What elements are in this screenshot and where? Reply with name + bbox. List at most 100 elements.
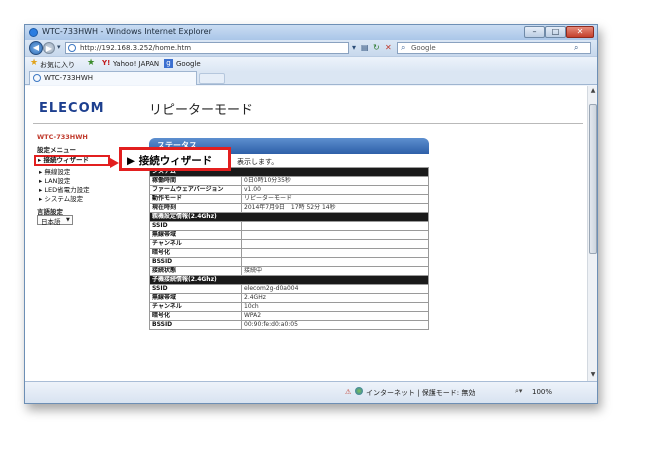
chevron-down-icon: ▼ <box>66 217 70 223</box>
row-label: BSSID <box>149 320 242 330</box>
device-name: WTC-733HWH <box>37 133 88 141</box>
new-tab-button[interactable] <box>199 73 225 84</box>
refresh-icon[interactable]: ↻ <box>373 42 380 54</box>
row-value <box>241 221 429 231</box>
vertical-scrollbar[interactable]: ▲ ▼ <box>587 86 597 381</box>
search-placeholder[interactable]: Google <box>411 44 436 52</box>
minimize-button[interactable]: – <box>524 26 545 38</box>
forward-button[interactable]: ▶ <box>43 42 55 54</box>
url-dropdown-icon[interactable]: ▾ <box>352 42 356 54</box>
row-value: 0日0時10分35秒 <box>241 176 429 186</box>
scroll-thumb[interactable] <box>589 104 597 254</box>
maximize-button[interactable]: □ <box>545 26 566 38</box>
google-icon: g <box>164 59 173 68</box>
row-label: BSSID <box>149 257 242 267</box>
language-value: 日本語 <box>41 218 61 226</box>
zoom-icon[interactable]: ⌕▾ <box>515 387 522 396</box>
callout-box: ▶ 接続ウィザード <box>119 147 231 171</box>
tab-title: WTC-733HWH <box>44 74 94 82</box>
stop-icon[interactable]: ✕ <box>385 42 392 54</box>
table-row: BSSID <box>149 257 429 267</box>
compatibility-icon[interactable]: ▤ <box>361 42 369 54</box>
row-value: 2.4GHz <box>241 293 429 303</box>
row-label: 無線帯域 <box>149 293 242 303</box>
browser-window: WTC-733HWH - Windows Internet Explorer –… <box>24 24 598 404</box>
globe-icon <box>355 387 363 395</box>
callout-arrow <box>110 158 119 168</box>
row-value: elecom2g-d0a004 <box>241 284 429 294</box>
sidebar-item-label: システム設定 <box>44 195 84 203</box>
scroll-down-icon[interactable]: ▼ <box>589 371 597 379</box>
search-icon[interactable]: ⌕ <box>574 43 578 53</box>
row-label: SSID <box>149 284 242 294</box>
row-label: ファームウェアバージョン <box>149 185 242 195</box>
page-title: リピーターモード <box>149 103 254 118</box>
row-label: 暗号化 <box>149 311 242 321</box>
ie-icon <box>29 28 38 37</box>
browser-tab[interactable]: WTC-733HWH <box>29 71 197 85</box>
title-bar: WTC-733HWH - Windows Internet Explorer –… <box>25 25 597 40</box>
header-divider <box>33 123 583 124</box>
url-text[interactable]: http://192.168.3.252/home.htm <box>80 44 191 52</box>
security-icon: ⚠ <box>345 388 352 396</box>
sidebar-item-wizard[interactable]: ▸ 接続ウィザード <box>34 155 110 166</box>
table-row: 動作モード リピーターモード <box>149 194 429 204</box>
callout-text: ▶ 接続ウィザード <box>127 155 213 167</box>
zoom-level[interactable]: 100% <box>532 388 552 396</box>
table-row: 暗号化 WPA2 <box>149 311 429 321</box>
table-row: チャンネル <box>149 239 429 249</box>
row-label: 稼働時間 <box>149 176 242 186</box>
sidebar-item-label: 接続ウィザード <box>43 156 90 164</box>
table-row: 暗号化 <box>149 248 429 258</box>
row-value: 2014年7月9日 17時 52分 14秒 <box>241 203 429 213</box>
page-icon <box>33 74 41 82</box>
favorites-button[interactable]: お気に入り <box>40 60 75 70</box>
row-label: 無線帯域 <box>149 230 242 240</box>
favorite-link-google[interactable]: Google <box>176 60 201 68</box>
table-row: 稼働時間 0日0時10分35秒 <box>149 176 429 186</box>
chevron-down-icon[interactable]: ▾ <box>57 43 61 51</box>
favorites-star-icon[interactable]: ★ <box>30 58 38 68</box>
add-favorite-icon[interactable]: ★ <box>87 58 95 68</box>
elecom-logo: ELECOM <box>39 101 105 116</box>
row-value: 00:90:fe:d0:a0:05 <box>241 320 429 330</box>
row-value: WPA2 <box>241 311 429 321</box>
close-button[interactable]: ✕ <box>566 26 594 38</box>
row-label: 暗号化 <box>149 248 242 258</box>
status-bar: ⚠ インターネット | 保護モード: 無効 ⌕▾ 100% <box>25 381 597 403</box>
table-row: 無線帯域 <box>149 230 429 240</box>
menu-heading: 設定メニュー <box>37 146 76 154</box>
yahoo-icon: Y! <box>102 59 111 67</box>
section-header: 親機設定情報(2.4Ghz) <box>149 212 429 222</box>
scroll-up-icon[interactable]: ▲ <box>589 87 597 95</box>
row-label: 接続状態 <box>149 266 242 276</box>
row-value <box>241 230 429 240</box>
address-bar: ◀ ▶ ▾ http://192.168.3.252/home.htm ▾ ▤ … <box>25 40 597 56</box>
table-row: SSID <box>149 221 429 231</box>
row-value <box>241 248 429 258</box>
table-row: 無線帯域 2.4GHz <box>149 293 429 303</box>
url-input[interactable]: http://192.168.3.252/home.htm <box>65 42 349 54</box>
row-label: 現在時刻 <box>149 203 242 213</box>
search-provider-icon: ⌕ <box>401 43 406 52</box>
table-section-row: 親機設定情報(2.4Ghz) <box>149 212 429 222</box>
search-input[interactable]: ⌕ Google ⌕ <box>397 42 591 54</box>
row-value: v1.00 <box>241 185 429 195</box>
favorite-link-yahoo[interactable]: Yahoo! JAPAN <box>113 60 159 68</box>
language-select[interactable]: 日本語 ▼ <box>37 215 73 226</box>
row-value <box>241 257 429 267</box>
row-value: リピーターモード <box>241 194 429 204</box>
row-label: チャンネル <box>149 239 242 249</box>
sidebar-item-system[interactable]: ▸ システム設定 <box>39 193 83 203</box>
row-value <box>241 239 429 249</box>
table-section-row: 子機接続情報(2.4Ghz) <box>149 275 429 285</box>
window-title: WTC-733HWH - Windows Internet Explorer <box>42 27 212 36</box>
row-label: SSID <box>149 221 242 231</box>
section-header: 子機接続情報(2.4Ghz) <box>149 275 429 285</box>
table-row: 接続状態 接続中 <box>149 266 429 276</box>
back-button[interactable]: ◀ <box>29 41 43 55</box>
table-row: SSID elecom2g-d0a004 <box>149 284 429 294</box>
table-row: ファームウェアバージョン v1.00 <box>149 185 429 195</box>
status-description: 表示します。 <box>237 158 279 166</box>
favorites-bar: ★ お気に入り ★ Y! Yahoo! JAPAN g Google <box>25 56 597 71</box>
